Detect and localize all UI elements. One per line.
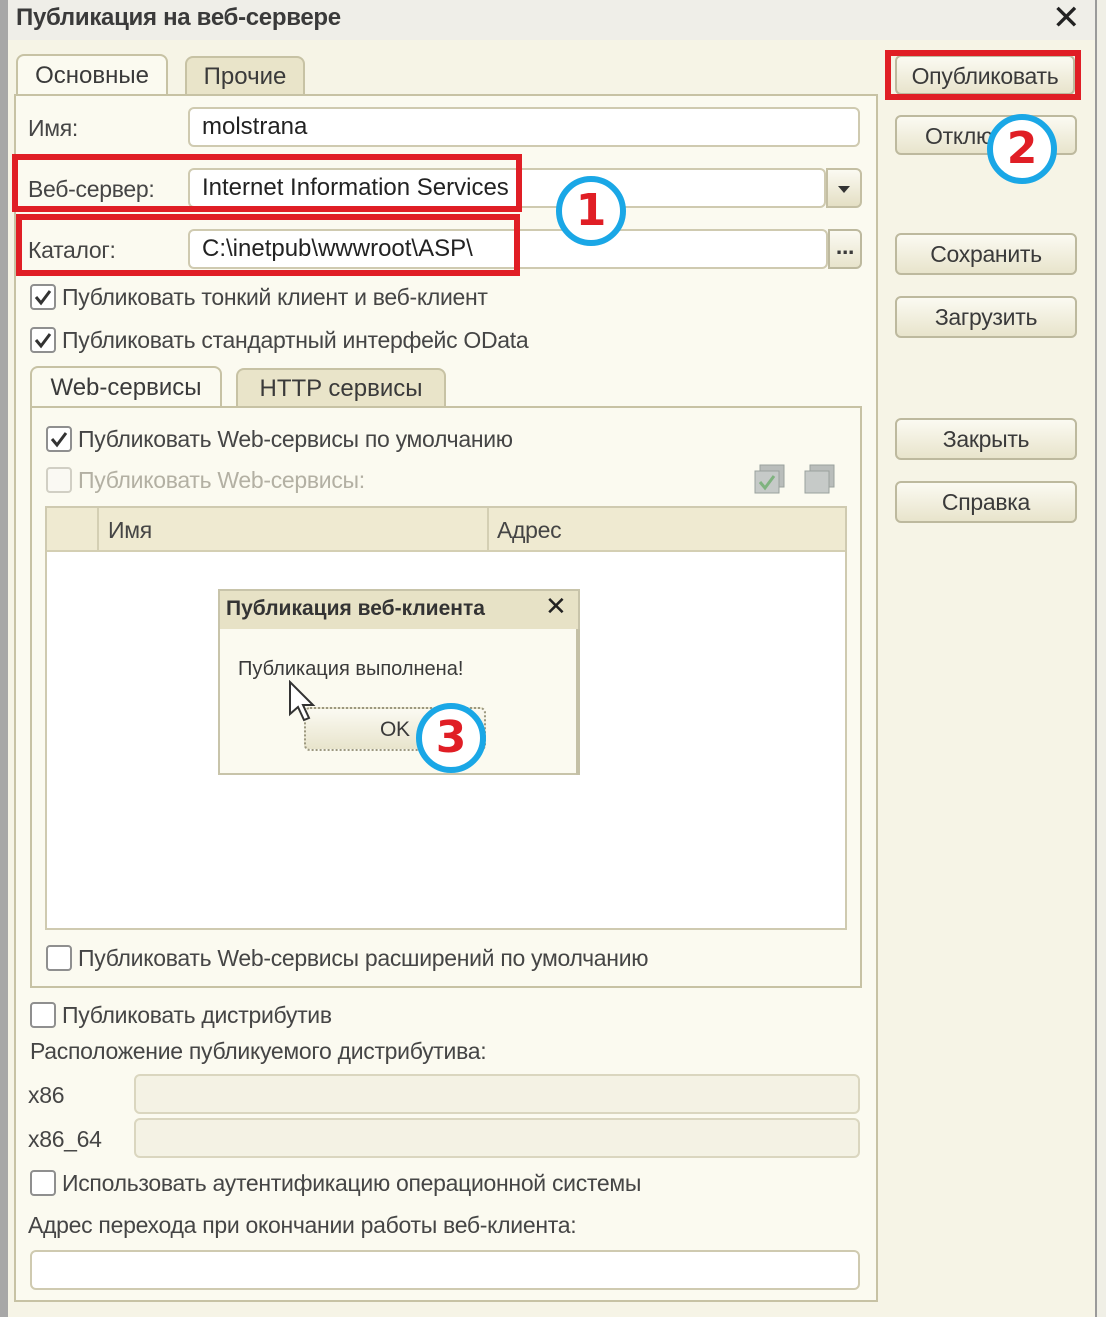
load-button[interactable]: Загрузить xyxy=(895,296,1077,338)
tab-main[interactable]: Основные xyxy=(16,54,168,96)
dialog-message: Публикация выполнена! xyxy=(238,658,464,680)
catalog-browse-button[interactable]: ... xyxy=(828,229,862,269)
checkmark-icon xyxy=(34,333,52,349)
x86-input[interactable] xyxy=(134,1074,860,1114)
x64-label: x86_64 xyxy=(28,1126,102,1152)
uncheck-all-icon[interactable] xyxy=(802,462,838,503)
column-header-address[interactable]: Адрес xyxy=(497,517,562,544)
column-header-name[interactable]: Имя xyxy=(108,517,152,544)
ws-ext-default-label: Публиковать Web-сервисы расширений по ум… xyxy=(78,945,649,971)
x86-label: x86 xyxy=(28,1082,65,1108)
column-divider xyxy=(97,508,99,552)
tab-other[interactable]: Прочие xyxy=(185,56,305,96)
distrib-label: Публиковать дистрибутив xyxy=(62,1002,332,1028)
odata-label: Публиковать стандартный интерфейс OData xyxy=(62,327,529,353)
tab-http-services[interactable]: HTTP сервисы xyxy=(236,368,446,408)
step-badge-3: 3 xyxy=(416,703,486,773)
highlight-webserver xyxy=(12,154,522,212)
checkmark-icon xyxy=(50,432,68,448)
check-all-icon[interactable] xyxy=(752,462,788,503)
ws-default-checkbox[interactable] xyxy=(46,426,72,452)
dialog-edge xyxy=(576,629,580,775)
exit-address-input[interactable] xyxy=(30,1250,860,1290)
name-input[interactable]: molstrana xyxy=(188,107,860,147)
step-badge-1: 1 xyxy=(556,176,626,246)
thin-client-label: Публиковать тонкий клиент и веб-клиент xyxy=(62,284,488,310)
x64-input[interactable] xyxy=(134,1118,860,1158)
dialog-close-icon[interactable]: ✕ xyxy=(545,592,567,622)
table-header xyxy=(47,508,845,552)
ws-default-label: Публиковать Web-сервисы по умолчанию xyxy=(78,426,513,452)
chevron-down-icon xyxy=(838,186,850,193)
window-title: Публикация на веб-сервере xyxy=(16,4,341,31)
ws-publish-label: Публиковать Web-сервисы: xyxy=(78,467,365,493)
column-divider xyxy=(487,508,489,552)
window-frame-right xyxy=(1095,0,1106,1317)
help-button[interactable]: Справка xyxy=(895,481,1077,523)
distrib-location-label: Расположение публикуемого дистрибутива: xyxy=(30,1038,487,1064)
mouse-cursor-icon xyxy=(288,679,318,729)
checkmark-icon xyxy=(34,290,52,306)
ws-ext-default-checkbox[interactable] xyxy=(46,945,72,971)
thin-client-checkbox[interactable] xyxy=(30,284,56,310)
close-button[interactable]: Закрыть xyxy=(895,418,1077,460)
exit-address-label: Адрес перехода при окончании работы веб-… xyxy=(28,1212,577,1238)
ws-publish-checkbox[interactable] xyxy=(46,467,72,493)
highlight-catalog xyxy=(16,214,520,276)
window-frame-left xyxy=(0,0,8,1317)
os-auth-checkbox[interactable] xyxy=(30,1170,56,1196)
os-auth-label: Использовать аутентификацию операционной… xyxy=(62,1170,642,1196)
step-badge-2: 2 xyxy=(987,114,1057,184)
dialog-title: Публикация веб-клиента xyxy=(226,597,485,620)
webserver-dropdown-button[interactable] xyxy=(826,168,862,208)
highlight-publish xyxy=(885,50,1081,100)
save-button[interactable]: Сохранить xyxy=(895,233,1077,275)
tab-web-services[interactable]: Web-сервисы xyxy=(30,366,222,408)
odata-checkbox[interactable] xyxy=(30,327,56,353)
name-label: Имя: xyxy=(28,115,78,141)
close-icon[interactable]: ✕ xyxy=(1052,0,1081,36)
distrib-checkbox[interactable] xyxy=(30,1002,56,1028)
